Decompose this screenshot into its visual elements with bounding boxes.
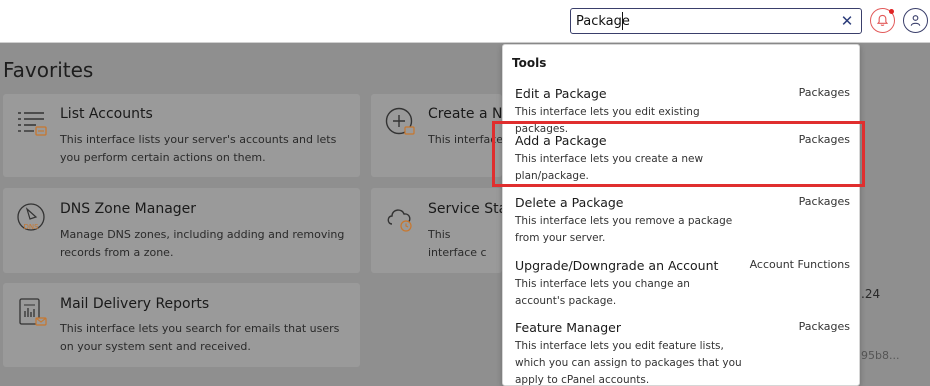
card-description: Manage DNS zones, including adding and r… — [60, 228, 345, 259]
cloud-clock-icon — [387, 209, 412, 232]
close-icon[interactable]: ✕ — [839, 12, 855, 30]
page-title: Favorites — [3, 58, 94, 82]
result-title: Delete a Package — [515, 195, 624, 210]
add-circle-icon — [385, 107, 415, 135]
card-mail-delivery-reports[interactable]: Mail Delivery Reports This interface let… — [3, 283, 360, 367]
list-accounts-icon — [18, 112, 47, 136]
result-description: This interface lets you edit feature lis… — [515, 340, 742, 386]
card-title: Create a Ne — [428, 106, 502, 122]
result-description: This interface lets you remove a package… — [515, 215, 733, 244]
result-delete-a-package[interactable]: Delete a Package Packages This interface… — [503, 195, 859, 247]
text-caret — [622, 12, 623, 30]
card-title: Mail Delivery Reports — [60, 296, 210, 312]
result-description: This interface lets you change an accoun… — [515, 278, 690, 307]
result-edit-a-package[interactable]: Edit a Package Packages This interface l… — [503, 86, 859, 135]
card-create-account[interactable]: Create a Ne This interface — [371, 94, 502, 177]
card-service-status[interactable]: Service Stat This interface c services. — [371, 188, 502, 273]
result-feature-manager[interactable]: Feature Manager Packages This interface … — [503, 320, 859, 386]
result-title: Add a Package — [515, 133, 607, 148]
card-dns-zone-manager[interactable]: DNS DNS Zone Manager Manage DNS zones, i… — [3, 188, 360, 273]
card-description: This interface c services. — [428, 228, 487, 259]
result-category: Packages — [798, 320, 850, 333]
result-title: Feature Manager — [515, 320, 621, 335]
mail-report-icon — [19, 298, 47, 326]
notification-dot — [889, 9, 894, 14]
partial-text: 95b8... — [861, 349, 900, 362]
card-description: This interface lets you search for email… — [60, 322, 340, 353]
card-description: This interface lists your server's accou… — [60, 133, 337, 164]
result-category: Packages — [798, 195, 850, 208]
partial-text: .24 — [861, 287, 881, 301]
result-category: Packages — [798, 133, 850, 146]
card-list-accounts[interactable]: List Accounts This interface lists your … — [3, 94, 360, 177]
search-results-dropdown: Tools Edit a Package Packages This inter… — [502, 44, 860, 386]
card-title: Service Stat — [428, 201, 502, 217]
result-description: This interface lets you create a new pla… — [515, 153, 704, 182]
dns-icon: DNS — [17, 203, 45, 231]
bell-icon — [876, 14, 889, 26]
result-upgrade-downgrade-account[interactable]: Upgrade/Downgrade an Account Account Fun… — [503, 258, 859, 310]
result-category: Account Functions — [749, 258, 850, 271]
user-icon — [910, 15, 921, 26]
result-title: Edit a Package — [515, 86, 607, 101]
result-category: Packages — [798, 86, 850, 99]
card-title: DNS Zone Manager — [60, 201, 197, 217]
card-title: List Accounts — [60, 106, 153, 122]
result-title: Upgrade/Downgrade an Account — [515, 258, 719, 273]
result-add-a-package[interactable]: Add a Package Packages This interface le… — [503, 133, 859, 183]
card-description: This interface — [428, 133, 502, 146]
user-menu-button[interactable] — [903, 8, 928, 33]
results-heading: Tools — [512, 56, 547, 70]
svg-text:DNS: DNS — [23, 223, 39, 231]
search-box[interactable]: ✕ — [570, 8, 862, 34]
search-input[interactable] — [571, 9, 833, 33]
